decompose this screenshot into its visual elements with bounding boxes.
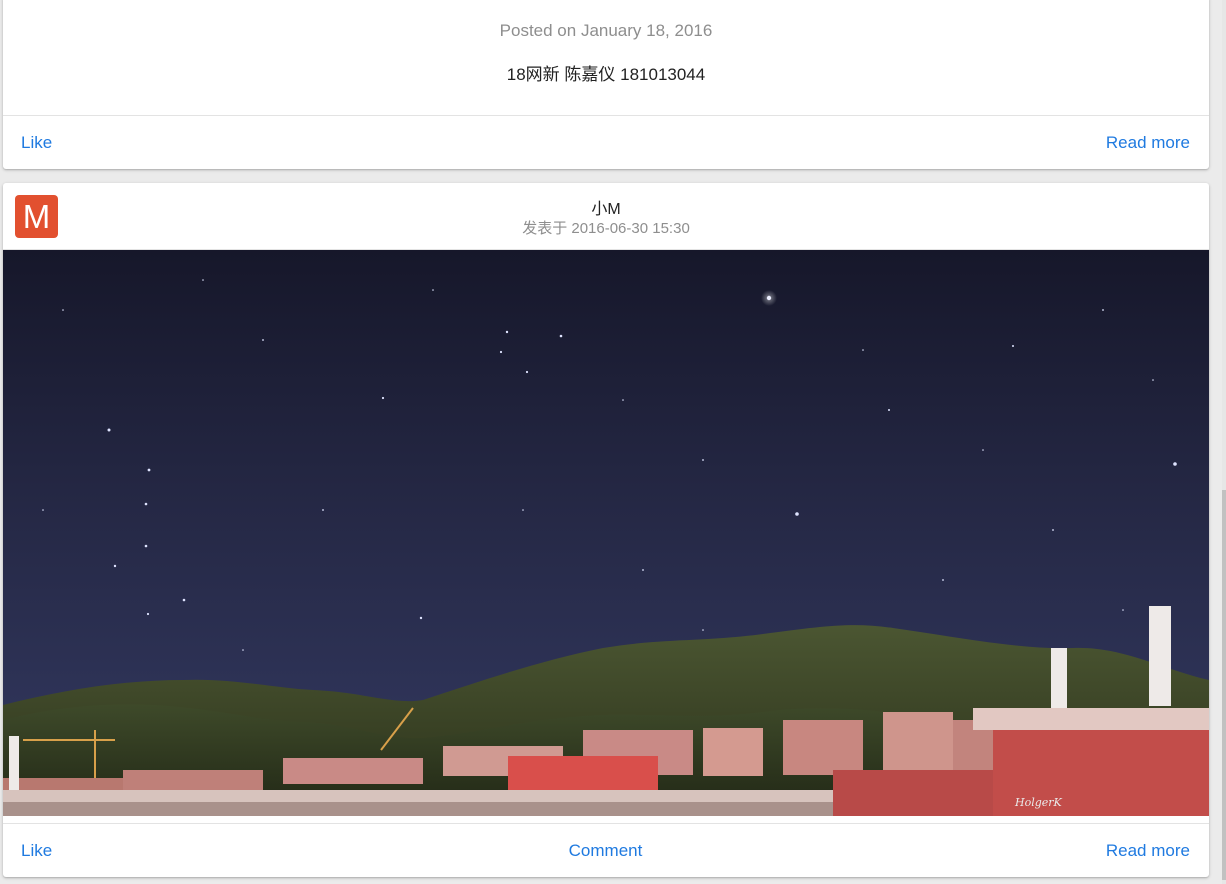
read-more-link[interactable]: Read more	[1106, 835, 1190, 867]
card-footer: Like Comment Read more	[3, 823, 1209, 877]
post-body: Posted on January 18, 2016 18网新 陈嘉仪 1810…	[3, 0, 1209, 115]
post-feed: Posted on January 18, 2016 18网新 陈嘉仪 1810…	[0, 0, 1226, 884]
photo-watermark: HolgerK	[1014, 796, 1063, 809]
like-button[interactable]: Like	[21, 127, 52, 159]
like-button[interactable]: Like	[21, 835, 52, 867]
post-photo[interactable]: HolgerK	[3, 250, 1209, 816]
post-text: 18网新 陈嘉仪 181013044	[506, 65, 706, 84]
post-card: M 小M 发表于 2016-06-30 15:30 HolgerK Like C…	[3, 183, 1209, 877]
card-footer: Like Read more	[3, 115, 1209, 169]
card-header: M 小M 发表于 2016-06-30 15:30	[3, 183, 1209, 250]
posted-date: Posted on January 18, 2016	[499, 21, 713, 40]
comment-button[interactable]: Comment	[569, 835, 643, 867]
scrollbar-thumb[interactable]	[1222, 490, 1226, 880]
post-card: Posted on January 18, 2016 18网新 陈嘉仪 1810…	[3, 0, 1209, 169]
read-more-link[interactable]: Read more	[1106, 127, 1190, 159]
post-timestamp: 发表于 2016-06-30 15:30	[522, 220, 690, 237]
scrollbar-track[interactable]	[1222, 0, 1226, 884]
author-name: 小M	[591, 201, 621, 218]
